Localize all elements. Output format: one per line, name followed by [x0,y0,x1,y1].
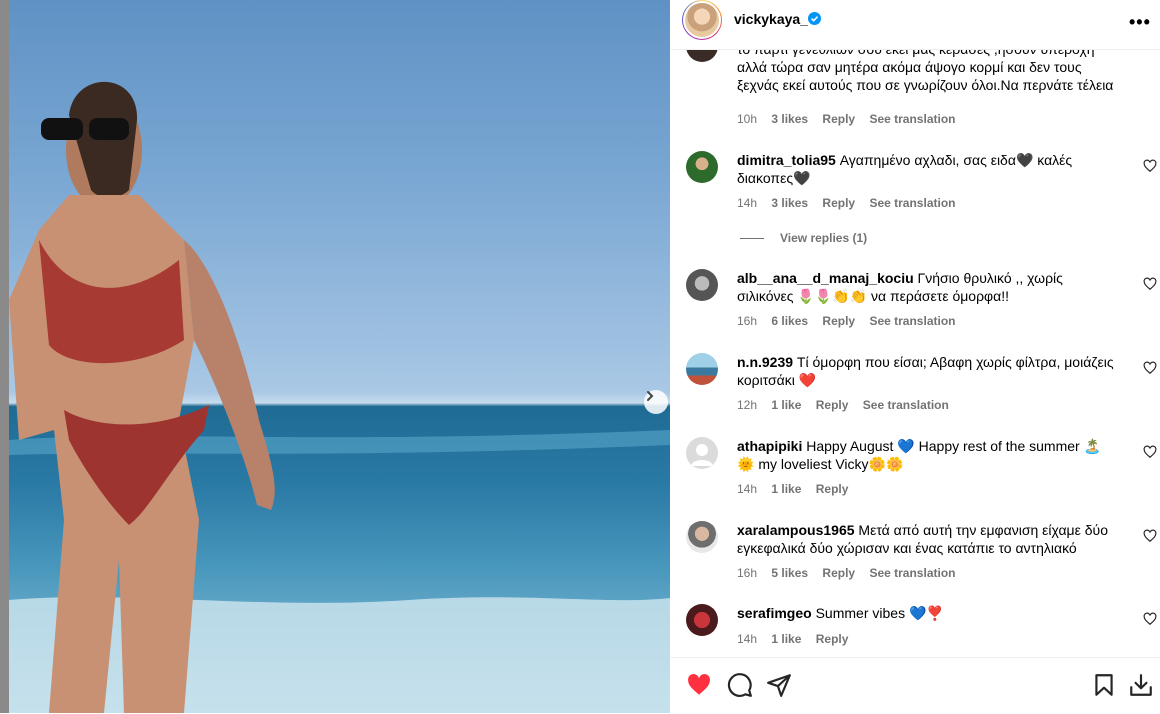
comment-likes[interactable]: 5 likes [771,566,808,580]
comment-body: n.n.9239 Τί όμορφη που είσαι; Αβαφη χωρί… [737,353,1117,389]
comment-body: serafimgeo Summer vibes 💙❣️ [737,604,1117,622]
comment-meta: 14h 1 like Reply [737,632,859,646]
post-header: vickykaya_ ••• [670,0,1160,50]
see-translation-button[interactable]: See translation [869,566,955,580]
post-photo[interactable] [9,0,670,713]
comment-likes[interactable]: 6 likes [771,314,808,328]
comment-time[interactable]: 16h [737,314,757,328]
comment-body: alb__ana__d_manaj_kociu Γνήσιο θρυλικό ,… [737,269,1117,305]
author-avatar[interactable] [682,0,722,40]
like-comment-heart-icon[interactable] [1143,361,1157,375]
comment-text: Τί όμορφη που είσαι; Αβαφη χωρίς φίλτρα,… [737,354,1114,388]
comment-time[interactable]: 10h [737,112,757,126]
reply-button[interactable]: Reply [822,112,855,126]
comment-username[interactable]: serafimgeo [737,605,812,621]
next-photo-button[interactable] [644,390,668,414]
like-comment-heart-icon[interactable] [1143,445,1157,459]
comment-likes[interactable]: 1 like [771,398,801,412]
share-icon[interactable] [766,672,792,698]
comment-likes[interactable]: 1 like [771,632,801,646]
heart-filled-icon[interactable] [686,672,712,698]
commenter-avatar[interactable] [686,353,718,385]
more-options-icon[interactable]: ••• [1129,12,1151,33]
comment-likes[interactable]: 3 likes [771,196,808,210]
see-translation-button[interactable]: See translation [869,314,955,328]
reply-button[interactable]: Reply [822,566,855,580]
reply-button[interactable]: Reply [816,482,849,496]
comment-likes[interactable]: 3 likes [771,112,808,126]
comment-meta: 16h 5 likes Reply See translation [737,566,966,580]
commenter-avatar[interactable] [686,437,718,469]
download-icon[interactable] [1128,672,1154,698]
beach-scene-image [9,81,670,713]
reply-button[interactable]: Reply [822,314,855,328]
window-edge [0,0,9,713]
view-replies-button[interactable]: View replies (1) [740,231,867,245]
comment-username[interactable]: n.n.9239 [737,354,793,370]
view-replies-label: View replies (1) [780,231,868,245]
post-details-panel: vickykaya_ ••• το πάρτι γενεθλίων σου εκ… [670,0,1160,714]
commenter-avatar[interactable] [686,604,718,636]
comment-text: Summer vibes 💙❣️ [815,605,944,621]
like-comment-heart-icon[interactable] [1143,612,1157,626]
view-replies-line [740,238,764,240]
author-username[interactable]: vickykaya_ [734,11,808,27]
bookmark-icon[interactable] [1091,672,1117,698]
reply-button[interactable]: Reply [816,632,849,646]
see-translation-button[interactable]: See translation [863,398,949,412]
comment-username[interactable]: dimitra_tolia95 [737,152,836,168]
default-avatar-icon [691,444,713,466]
see-translation-button[interactable]: See translation [869,196,955,210]
comment-time[interactable]: 14h [737,632,757,646]
comment-time[interactable]: 12h [737,398,757,412]
post-action-bar [670,657,1160,714]
comment-meta: 10h 3 likes Reply See translation [737,112,966,126]
comment-time[interactable]: 16h [737,566,757,580]
chevron-right-icon [647,391,654,401]
like-comment-heart-icon[interactable] [1143,159,1157,173]
comment-username[interactable]: xaralampous1965 [737,522,855,538]
comment-username[interactable]: athapipiki [737,438,802,454]
comment-body: dimitra_tolia95 Αγαπημένο αχλαδι, σας ει… [737,151,1117,187]
commenter-avatar[interactable] [686,521,718,553]
comment-icon[interactable] [727,672,753,698]
like-comment-heart-icon[interactable] [1143,529,1157,543]
comment-likes[interactable]: 1 like [771,482,801,496]
comment-body: xaralampous1965 Μετά από αυτή την εμφανι… [737,521,1117,557]
comment-meta: 14h 1 like Reply [737,482,859,496]
verified-badge-icon [808,12,821,25]
comment-username[interactable]: alb__ana__d_manaj_kociu [737,270,914,286]
comment-time[interactable]: 14h [737,482,757,496]
comment-meta: 12h 1 like Reply See translation [737,398,960,412]
commenter-avatar[interactable] [686,269,718,301]
reply-button[interactable]: Reply [816,398,849,412]
comment-meta: 14h 3 likes Reply See translation [737,196,966,210]
comment-meta: 16h 6 likes Reply See translation [737,314,966,328]
comment-time[interactable]: 14h [737,196,757,210]
see-translation-button[interactable]: See translation [869,112,955,126]
comment-body: athapipiki Happy August 💙 Happy rest of … [737,437,1117,473]
author-avatar-image [683,1,721,39]
reply-button[interactable]: Reply [822,196,855,210]
commenter-avatar[interactable] [686,151,718,183]
like-comment-heart-icon[interactable] [1143,277,1157,291]
